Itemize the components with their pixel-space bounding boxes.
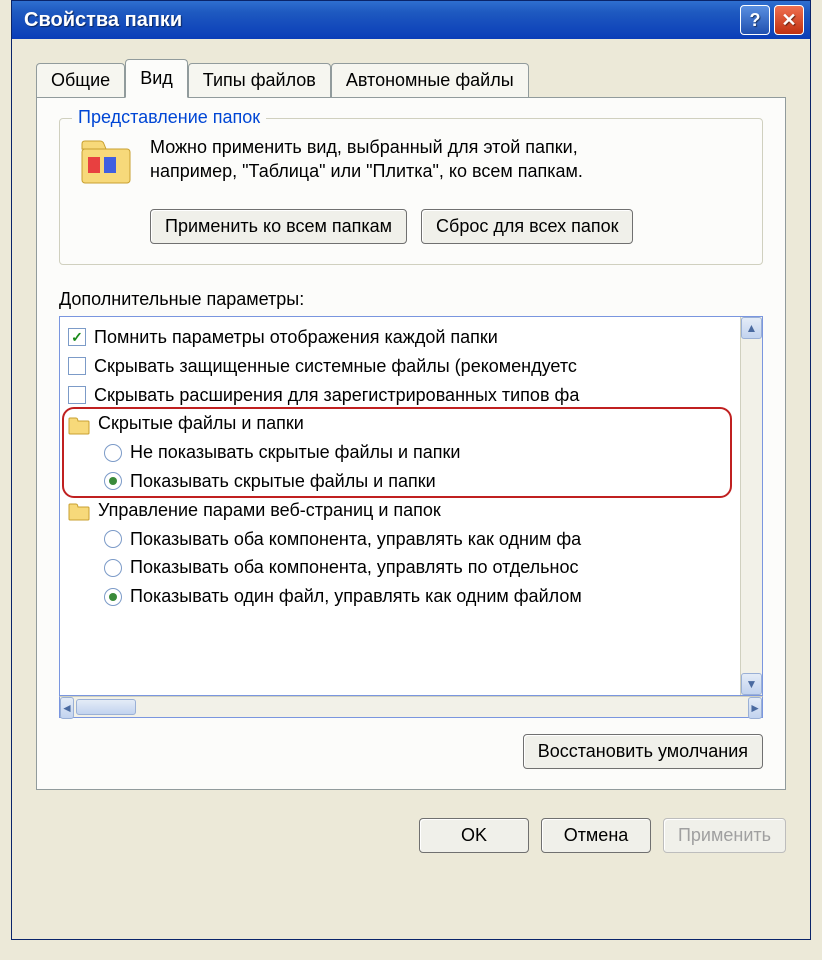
tree-row-label: Показывать один файл, управлять как одни… [130, 582, 582, 611]
apply-all-folders-button[interactable]: Применить ко всем папкам [150, 209, 407, 244]
advanced-settings-tree: Помнить параметры отображения каждой пап… [59, 316, 763, 696]
tree-row[interactable]: Показывать скрытые файлы и папки [68, 467, 736, 496]
group-text: Можно применить вид, выбранный для этой … [150, 135, 583, 184]
advanced-settings-label: Дополнительные параметры: [59, 289, 763, 310]
close-button[interactable]: ✕ [774, 5, 804, 35]
tree-row-label: Скрытые файлы и папки [98, 409, 304, 438]
dialog-window: Свойства папки ? ✕ Общие Вид Типы файлов… [11, 0, 811, 940]
horizontal-scrollbar[interactable]: ◄ ► [59, 696, 763, 718]
help-button[interactable]: ? [740, 5, 770, 35]
window-title: Свойства папки [24, 9, 736, 32]
folder-views-icon [78, 135, 134, 191]
tree-content[interactable]: Помнить параметры отображения каждой пап… [60, 317, 740, 695]
tree-row[interactable]: Скрытые файлы и папки [68, 409, 736, 438]
tabstrip: Общие Вид Типы файлов Автономные файлы [36, 59, 786, 97]
tab-general[interactable]: Общие [36, 63, 125, 97]
checkbox-icon[interactable] [68, 386, 86, 404]
tab-view[interactable]: Вид [125, 59, 188, 98]
tree-row[interactable]: Показывать оба компонента, управлять по … [68, 553, 736, 582]
tree-row[interactable]: Скрывать защищенные системные файлы (рек… [68, 352, 736, 381]
scroll-left-button[interactable]: ◄ [60, 697, 74, 719]
dialog-body: Общие Вид Типы файлов Автономные файлы П… [12, 39, 810, 804]
close-icon: ✕ [781, 10, 796, 31]
radio-icon[interactable] [104, 588, 122, 606]
tree-row[interactable]: Не показывать скрытые файлы и папки [68, 438, 736, 467]
checkbox-icon[interactable] [68, 357, 86, 375]
tree-row[interactable]: Показывать один файл, управлять как одни… [68, 582, 736, 611]
tree-row-label: Скрывать расширения для зарегистрированн… [94, 381, 579, 410]
ok-button[interactable]: OK [419, 818, 529, 853]
hscroll-thumb[interactable] [76, 699, 136, 715]
tree-row-label: Помнить параметры отображения каждой пап… [94, 323, 498, 352]
tree-row[interactable]: Помнить параметры отображения каждой пап… [68, 323, 736, 352]
tab-filetypes[interactable]: Типы файлов [188, 63, 331, 97]
radio-icon[interactable] [104, 530, 122, 548]
folder-views-group: Представление папок Можно применить вид,… [59, 118, 763, 265]
checkbox-icon[interactable] [68, 328, 86, 346]
tab-offline[interactable]: Автономные файлы [331, 63, 529, 97]
tree-row-label: Показывать оба компонента, управлять по … [130, 553, 578, 582]
groupbox-title: Представление папок [72, 107, 266, 128]
radio-icon[interactable] [104, 559, 122, 577]
apply-button[interactable]: Применить [663, 818, 786, 853]
folder-icon [68, 501, 90, 519]
reset-all-folders-button[interactable]: Сброс для всех папок [421, 209, 633, 244]
scroll-down-button[interactable]: ▼ [741, 673, 762, 695]
tree-row-label: Не показывать скрытые файлы и папки [130, 438, 460, 467]
radio-icon[interactable] [104, 472, 122, 490]
cancel-button[interactable]: Отмена [541, 818, 651, 853]
vertical-scrollbar[interactable]: ▲ ▼ [740, 317, 762, 695]
restore-defaults-button[interactable]: Восстановить умолчания [523, 734, 763, 769]
tree-row-label: Показывать оба компонента, управлять как… [130, 525, 581, 554]
folder-icon [68, 415, 90, 433]
tab-panel-view: Представление папок Можно применить вид,… [36, 97, 786, 790]
tree-row-label: Управление парами веб-страниц и папок [98, 496, 441, 525]
tree-row[interactable]: Управление парами веб-страниц и папок [68, 496, 736, 525]
titlebar: Свойства папки ? ✕ [12, 1, 810, 39]
scroll-up-button[interactable]: ▲ [741, 317, 762, 339]
dialog-buttons: OK Отмена Применить [12, 804, 810, 869]
tree-row-label: Скрывать защищенные системные файлы (рек… [94, 352, 577, 381]
tree-row-label: Показывать скрытые файлы и папки [130, 467, 436, 496]
tree-row[interactable]: Скрывать расширения для зарегистрированн… [68, 381, 736, 410]
radio-icon[interactable] [104, 444, 122, 462]
scroll-right-button[interactable]: ► [748, 697, 762, 719]
tree-row[interactable]: Показывать оба компонента, управлять как… [68, 525, 736, 554]
